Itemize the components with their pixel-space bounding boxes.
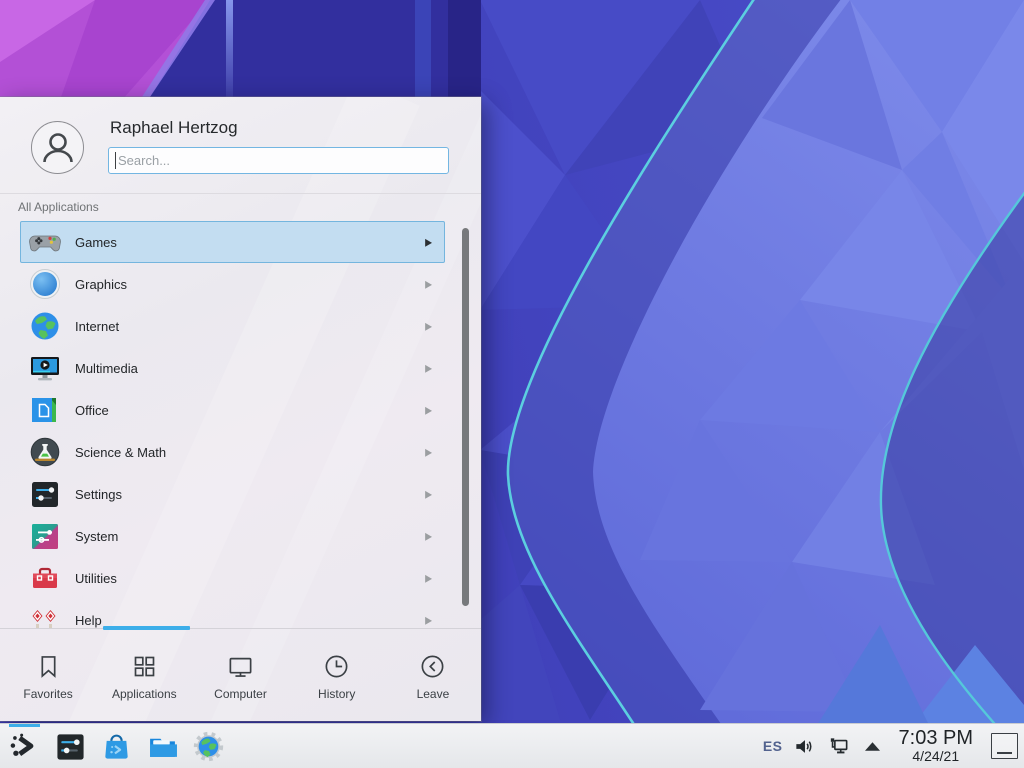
office-icon <box>29 394 61 426</box>
active-task-indicator <box>9 724 40 727</box>
tab-label: Computer <box>214 687 267 701</box>
submenu-arrow-icon: ▶ <box>425 572 432 585</box>
category-label: Settings <box>75 487 425 502</box>
category-office[interactable]: Office ▶ <box>20 389 445 431</box>
system-tray: ES 7:0 <box>763 724 1024 768</box>
category-internet[interactable]: Internet ▶ <box>20 305 445 347</box>
category-label: Office <box>75 403 425 418</box>
taskbar-launchers <box>0 730 224 762</box>
tab-label: Favorites <box>23 687 72 701</box>
clock[interactable]: 7:03 PM 4/24/21 <box>899 728 973 764</box>
category-label: Multimedia <box>75 361 425 376</box>
web-browser-button[interactable] <box>192 730 224 762</box>
category-graphics[interactable]: Graphics ▶ <box>20 263 445 305</box>
leave-icon <box>419 653 446 680</box>
bookmark-icon <box>35 653 62 680</box>
menu-header: Raphael Hertzog <box>0 97 481 194</box>
submenu-arrow-icon: ▶ <box>425 614 432 627</box>
games-icon <box>29 226 61 258</box>
tab-applications[interactable]: Applications <box>96 629 192 721</box>
help-icon <box>29 604 61 628</box>
desktop: Raphael Hertzog All Applications <box>0 0 1024 768</box>
user-name: Raphael Hertzog <box>110 118 238 138</box>
tab-label: History <box>318 687 355 701</box>
application-launcher-menu: Raphael Hertzog All Applications <box>0 97 481 721</box>
category-label: System <box>75 529 425 544</box>
volume-icon[interactable] <box>793 734 817 758</box>
category-label: Utilities <box>75 571 425 586</box>
divider <box>0 193 481 194</box>
category-science-math[interactable]: Science & Math ▶ <box>20 431 445 473</box>
submenu-arrow-icon: ▶ <box>425 530 432 543</box>
show-desktop-button[interactable] <box>991 733 1018 759</box>
show-desktop-line <box>997 752 1012 754</box>
science-icon <box>29 436 61 468</box>
settings-icon <box>29 478 61 510</box>
category-multimedia[interactable]: Multimedia ▶ <box>20 347 445 389</box>
submenu-arrow-icon: ▶ <box>425 236 432 249</box>
category-utilities[interactable]: Utilities ▶ <box>20 557 445 599</box>
monitor-icon <box>227 653 254 680</box>
tab-leave[interactable]: Leave <box>385 629 481 721</box>
user-icon <box>37 127 79 169</box>
clock-time: 7:03 PM <box>899 728 973 749</box>
internet-icon <box>29 310 61 342</box>
submenu-arrow-icon: ▶ <box>425 320 432 333</box>
clock-icon <box>323 653 350 680</box>
grid-icon <box>131 653 158 680</box>
submenu-arrow-icon: ▶ <box>425 488 432 501</box>
system-settings-button[interactable] <box>54 730 86 762</box>
section-label: All Applications <box>18 200 99 214</box>
category-label: Graphics <box>75 277 425 292</box>
folder-icon <box>147 731 178 762</box>
category-label: Internet <box>75 319 425 334</box>
tab-label: Leave <box>417 687 450 701</box>
active-tab-indicator <box>103 626 190 630</box>
text-caret <box>115 152 116 169</box>
taskbar: ES 7:0 <box>0 723 1024 768</box>
submenu-arrow-icon: ▶ <box>425 362 432 375</box>
application-launcher-button[interactable] <box>8 730 40 762</box>
network-icon[interactable] <box>827 734 851 758</box>
category-label: Games <box>75 235 425 250</box>
expand-tray-icon[interactable] <box>861 734 885 758</box>
keyboard-layout-indicator[interactable]: ES <box>763 738 783 754</box>
tab-computer[interactable]: Computer <box>192 629 288 721</box>
multimedia-icon <box>29 352 61 384</box>
globe-gear-icon <box>193 731 224 762</box>
search-input[interactable] <box>108 147 449 174</box>
kickoff-icon <box>8 730 40 762</box>
tab-label: Applications <box>112 687 177 701</box>
discover-button[interactable] <box>100 730 132 762</box>
menu-tabbar: Favorites Applications Computer <box>0 628 481 721</box>
system-icon <box>29 520 61 552</box>
category-list: Games ▶ Graphics ▶ <box>0 221 481 628</box>
submenu-arrow-icon: ▶ <box>425 446 432 459</box>
category-label: Science & Math <box>75 445 425 460</box>
discover-icon <box>101 731 132 762</box>
tab-history[interactable]: History <box>289 629 385 721</box>
scrollbar[interactable] <box>462 228 469 606</box>
category-help[interactable]: Help ▶ <box>20 599 445 628</box>
category-settings[interactable]: Settings ▶ <box>20 473 445 515</box>
graphics-icon <box>29 268 61 300</box>
submenu-arrow-icon: ▶ <box>425 278 432 291</box>
avatar[interactable] <box>31 121 84 174</box>
category-games[interactable]: Games ▶ <box>20 221 445 263</box>
category-system[interactable]: System ▶ <box>20 515 445 557</box>
tab-favorites[interactable]: Favorites <box>0 629 96 721</box>
file-manager-button[interactable] <box>146 730 178 762</box>
submenu-arrow-icon: ▶ <box>425 404 432 417</box>
utilities-icon <box>29 562 61 594</box>
system-settings-icon <box>55 731 86 762</box>
clock-date: 4/24/21 <box>899 749 973 764</box>
